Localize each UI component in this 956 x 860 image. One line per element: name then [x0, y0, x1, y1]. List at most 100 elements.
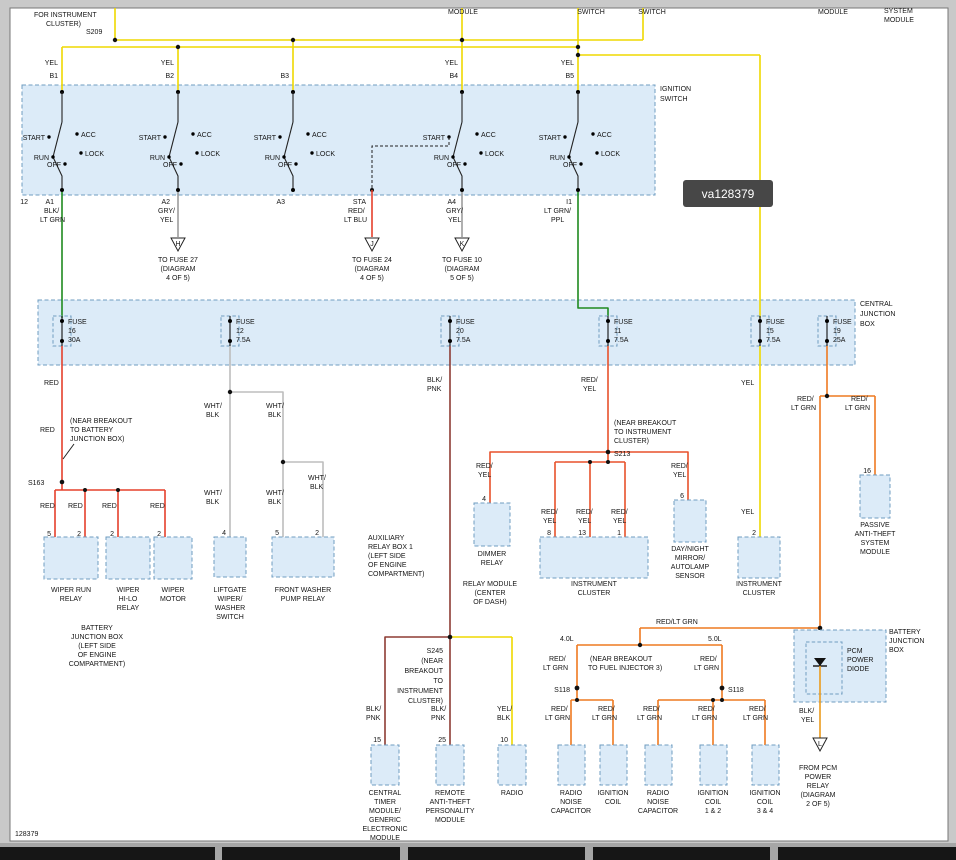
note-label: 5 OF 5) — [450, 275, 474, 282]
component-label: LIFTGATE — [214, 587, 247, 594]
wire-color-label: YEL — [801, 717, 814, 724]
fuse-label: 15 — [766, 328, 774, 335]
instrument-cluster-box-2 — [738, 537, 780, 578]
taskbar-window-button[interactable] — [408, 847, 585, 860]
wiring-diagram: START ACC RUN LOCK OFF FOR INSTRUMENT CL… — [0, 0, 956, 860]
component-label: NOISE — [647, 799, 669, 806]
dimmer-relay-box — [474, 503, 510, 546]
note-label: (NEAR BREAKOUT — [614, 420, 677, 427]
wire-color-label: BLK — [206, 499, 220, 506]
component-label: HI-LO — [119, 596, 138, 603]
component-label: INSTRUMENT — [571, 581, 618, 588]
wire-color-label: BLK/ — [427, 377, 442, 384]
pin-number: 6 — [680, 493, 684, 500]
box-title: BOX — [860, 321, 875, 328]
taskbar-window-button[interactable] — [778, 847, 956, 860]
wire-color-label: RED/ — [581, 377, 598, 384]
component-label: CLUSTER — [743, 590, 776, 597]
note-label: TO FUSE 24 — [352, 257, 392, 264]
component-label: COIL — [757, 799, 773, 806]
taskbar-window-button[interactable] — [0, 847, 215, 860]
splice-label: S163 — [28, 480, 44, 487]
pin-number: 16 — [863, 468, 871, 475]
wire-color-label: WHT/ — [266, 490, 284, 497]
box-title: JUNCTION — [860, 311, 895, 318]
fuse-label: 7.5A — [236, 337, 251, 344]
note-label: (NEAR BREAKOUT — [70, 418, 133, 425]
note-label: (DIAGRAM — [355, 266, 390, 273]
connector-letter: J — [370, 241, 374, 248]
splice-label: S245 — [427, 648, 443, 655]
note-label: OF DASH) — [473, 599, 506, 606]
wire-color-label: LT GRN — [743, 715, 768, 722]
wire-color-label: PPL — [551, 217, 564, 224]
terminal-label: A3 — [276, 199, 285, 206]
component-label: DAY/NIGHT — [671, 546, 709, 553]
cutoff-component-label: MODULE — [448, 9, 478, 16]
wire-color-label: BLK — [268, 499, 282, 506]
cutoff-component-label: SWITCH — [577, 9, 605, 16]
component-label: WIPER — [117, 587, 140, 594]
wire-color-label: BLK/ — [799, 708, 814, 715]
wire-color-label: RED/ — [541, 509, 558, 516]
wiper-motor-box — [154, 537, 192, 579]
component-label: COIL — [705, 799, 721, 806]
wire-color-label: PNK — [431, 715, 446, 722]
fuse-label: FUSE — [766, 319, 785, 326]
box-title: IGNITION — [660, 86, 691, 93]
component-label: CAPACITOR — [551, 808, 591, 815]
pin-number: 5 — [275, 530, 279, 537]
ignition-coil-34-box — [752, 745, 779, 785]
taskbar-window-button[interactable] — [593, 847, 770, 860]
component-label: PERSONALITY — [425, 808, 474, 815]
wire-color-label: BLK — [268, 412, 282, 419]
taskbar — [0, 843, 956, 860]
wire-color-label: LT GRN — [592, 715, 617, 722]
note-label: TO — [433, 678, 443, 685]
wire-color-label: WHT/ — [308, 475, 326, 482]
radio-noise-capacitor-box — [558, 745, 585, 785]
note-label: RELAY MODULE — [463, 581, 518, 588]
splice-label: S118 — [728, 687, 744, 694]
wire-color-label: RED/ — [671, 463, 688, 470]
component-label: POWER — [847, 657, 873, 664]
fuse-label: 19 — [833, 328, 841, 335]
component-label: SENSOR — [675, 573, 705, 580]
fuse-label: 25A — [833, 337, 846, 344]
engine-variant-label: 4.0L — [560, 636, 574, 643]
terminal-label: B1 — [49, 73, 58, 80]
wire-color-label: YEL — [543, 518, 556, 525]
component-label: DIMMER — [478, 551, 506, 558]
wire-color-label: BLK — [497, 715, 511, 722]
fuse-label: FUSE — [614, 319, 633, 326]
wire-color-label: LT GRN — [543, 665, 568, 672]
component-label: WIPER — [162, 587, 185, 594]
fuse-label: FUSE — [236, 319, 255, 326]
wire-color-label: RED — [40, 427, 55, 434]
component-label: INSTRUMENT — [736, 581, 783, 588]
wire-color-label: RED/ — [611, 509, 628, 516]
battery-junction-box-2 — [794, 630, 886, 702]
component-label: GENERIC — [369, 817, 401, 824]
wire-color-label: RED/ — [549, 656, 566, 663]
note-label: (DIAGRAM — [161, 266, 196, 273]
wire-color-label: YEL — [160, 217, 173, 224]
pin-number: 2 — [315, 530, 319, 537]
wire-color-label: LT GRN — [40, 217, 65, 224]
note-label: CLUSTER) — [46, 21, 81, 28]
note-label: AUXILIARY — [368, 535, 405, 542]
connector-letter: K — [460, 241, 465, 248]
taskbar-window-button[interactable] — [222, 847, 400, 860]
fuse-label: FUSE — [833, 319, 852, 326]
pin-number: 4 — [222, 530, 226, 537]
terminal-label: B2 — [165, 73, 174, 80]
wire-color-label: RED/ — [348, 208, 365, 215]
terminal-label: B4 — [449, 73, 458, 80]
wire-color-label: YEL — [613, 518, 626, 525]
wire-color-label: LT GRN — [692, 715, 717, 722]
component-label: CAPACITOR — [638, 808, 678, 815]
diagram-footer-id: 128379 — [15, 831, 38, 838]
note-label: RELAY BOX 1 — [368, 544, 413, 551]
cutoff-component-label: SYSTEM — [884, 8, 913, 15]
remote-antitheft-box — [436, 745, 464, 785]
